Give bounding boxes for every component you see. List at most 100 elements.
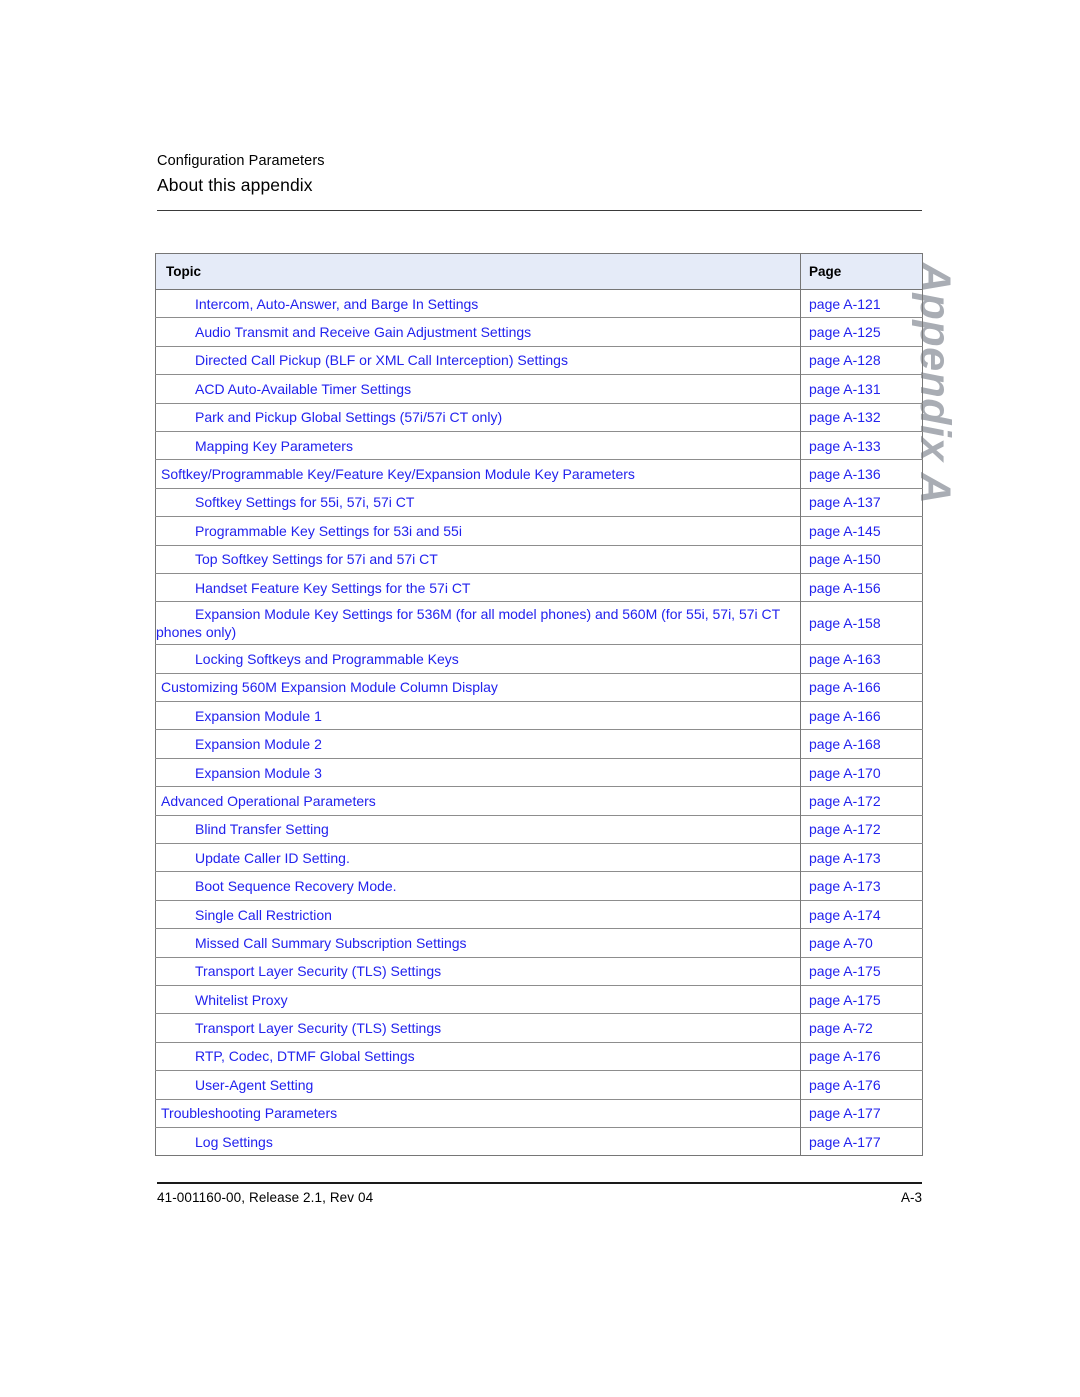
toc-entry-link[interactable]: Advanced Operational Parameters: [156, 793, 376, 809]
table-row: Transport Layer Security (TLS) Settings p…: [155, 956, 923, 986]
toc-entry-topic[interactable]: RTP, Codec, DTMF Global Settings: [155, 1041, 801, 1071]
table-row: Single Call Restriction page A-174: [155, 899, 923, 929]
toc-entry-page[interactable]: page A-168: [800, 729, 923, 759]
toc-entry-page[interactable]: page A-173: [800, 843, 923, 872]
toc-entry-page[interactable]: page A-177: [800, 1126, 923, 1156]
toc-entry-page[interactable]: page A-163: [800, 644, 923, 674]
toc-entry-page[interactable]: page A-125: [800, 317, 923, 347]
toc-entry-page[interactable]: page A-166: [800, 701, 923, 730]
toc-entry-topic[interactable]: Troubleshooting Parameters: [155, 1098, 801, 1128]
toc-entry-link[interactable]: Expansion Module 2: [156, 736, 322, 752]
toc-entry-topic[interactable]: Blind Transfer Setting: [155, 814, 801, 844]
table-row: Intercom, Auto-Answer, and Barge In Sett…: [156, 289, 923, 318]
toc-entry-link[interactable]: Mapping Key Parameters: [156, 438, 353, 454]
toc-entry-link[interactable]: Transport Layer Security (TLS) Settings: [156, 1020, 441, 1036]
toc-entry-link[interactable]: Customizing 560M Expansion Module Column…: [156, 679, 498, 695]
table-row: Whitelist Proxy page A-175: [155, 984, 923, 1014]
toc-entry-page[interactable]: page A-172: [800, 786, 923, 816]
toc-entry-link[interactable]: Expansion Module Key Settings for 536M (…: [156, 606, 780, 640]
toc-entry-link[interactable]: RTP, Codec, DTMF Global Settings: [156, 1048, 415, 1064]
toc-entry-topic[interactable]: Top Softkey Settings for 57i and 57i CT: [155, 544, 801, 574]
toc-entry-page[interactable]: page A-145: [800, 516, 923, 546]
toc-entry-topic[interactable]: Log Settings: [155, 1126, 801, 1156]
toc-entry-topic[interactable]: Expansion Module 2: [155, 729, 801, 759]
toc-entry-page[interactable]: page A-136: [800, 459, 923, 489]
toc-entry-link[interactable]: Softkey/Programmable Key/Feature Key/Exp…: [156, 466, 635, 482]
toc-entry-topic[interactable]: Whitelist Proxy: [155, 984, 801, 1014]
toc-entry-page[interactable]: page A-176: [800, 1041, 923, 1071]
toc-entry-page[interactable]: page A-137: [800, 487, 923, 517]
toc-entry-topic[interactable]: Softkey/Programmable Key/Feature Key/Exp…: [155, 459, 801, 489]
toc-entry-topic[interactable]: Boot Sequence Recovery Mode.: [155, 871, 801, 901]
toc-entry-topic[interactable]: ACD Auto-Available Timer Settings: [155, 374, 801, 404]
toc-entry-page[interactable]: page A-132: [800, 402, 923, 432]
toc-entry-page[interactable]: page A-176: [800, 1070, 923, 1100]
toc-entry-page[interactable]: page A-175: [800, 984, 923, 1014]
toc-entry-link[interactable]: Intercom, Auto-Answer, and Barge In Sett…: [156, 296, 478, 312]
table-row: Log Settings page A-177: [155, 1126, 923, 1156]
table-row: Troubleshooting Parameters page A-177: [155, 1098, 923, 1128]
table-row: Missed Call Summary Subscription Setting…: [155, 928, 923, 958]
toc-entry-topic[interactable]: Customizing 560M Expansion Module Column…: [155, 672, 801, 702]
toc-entry-link[interactable]: Update Caller ID Setting.: [156, 850, 350, 866]
toc-entry-topic[interactable]: Advanced Operational Parameters: [155, 786, 801, 816]
toc-entry-page[interactable]: page A-172: [800, 814, 923, 844]
toc-entry-topic[interactable]: Locking Softkeys and Programmable Keys: [155, 644, 801, 674]
toc-entry-page[interactable]: page A-177: [800, 1098, 923, 1128]
toc-entry-page[interactable]: page A-133: [800, 430, 923, 460]
toc-entry-topic[interactable]: Mapping Key Parameters: [155, 430, 801, 460]
table-row: Transport Layer Security (TLS) Settings p…: [155, 1013, 923, 1043]
table-row: Blind Transfer Setting page A-172: [155, 814, 923, 844]
toc-entry-page[interactable]: page A-173: [800, 871, 923, 901]
toc-entry-topic[interactable]: Softkey Settings for 55i, 57i, 57i CT: [155, 487, 801, 517]
toc-entry-page[interactable]: page A-174: [800, 899, 923, 929]
toc-entry-topic[interactable]: Expansion Module 1: [155, 701, 801, 730]
toc-entry-link[interactable]: Troubleshooting Parameters: [156, 1105, 337, 1121]
toc-entry-link[interactable]: Locking Softkeys and Programmable Keys: [156, 651, 459, 667]
toc-entry-link[interactable]: Blind Transfer Setting: [156, 821, 329, 837]
toc-entry-page[interactable]: page A-175: [800, 956, 923, 986]
toc-entry-topic[interactable]: Audio Transmit and Receive Gain Adjustme…: [155, 317, 801, 347]
toc-entry-link[interactable]: Audio Transmit and Receive Gain Adjustme…: [156, 324, 531, 340]
toc-entry-page[interactable]: page A-158: [800, 601, 923, 645]
toc-entry-page[interactable]: page A-72: [800, 1013, 923, 1043]
toc-entry-topic[interactable]: Transport Layer Security (TLS) Settings: [155, 1013, 801, 1043]
toc-entry-topic[interactable]: Expansion Module Key Settings for 536M (…: [155, 601, 801, 645]
toc-entry-topic[interactable]: Programmable Key Settings for 53i and 55…: [155, 516, 801, 546]
toc-entry-page[interactable]: page A-156: [800, 572, 923, 602]
toc-entry-topic[interactable]: User-Agent Setting: [155, 1070, 801, 1100]
toc-entry-link[interactable]: Directed Call Pickup (BLF or XML Call In…: [156, 352, 568, 368]
toc-entry-link[interactable]: Missed Call Summary Subscription Setting…: [156, 935, 467, 951]
toc-entry-link[interactable]: Softkey Settings for 55i, 57i, 57i CT: [156, 494, 414, 510]
toc-entry-page[interactable]: page A-166: [800, 672, 923, 702]
toc-entry-link[interactable]: Whitelist Proxy: [156, 992, 288, 1008]
toc-entry-link[interactable]: Single Call Restriction: [156, 907, 332, 923]
toc-entry-topic[interactable]: Missed Call Summary Subscription Setting…: [155, 928, 801, 958]
toc-entry-page[interactable]: page A-121: [800, 289, 923, 318]
toc-entry-link[interactable]: Transport Layer Security (TLS) Settings: [156, 963, 441, 979]
toc-entry-topic[interactable]: Directed Call Pickup (BLF or XML Call In…: [155, 345, 801, 375]
toc-entry-topic[interactable]: Handset Feature Key Settings for the 57i…: [155, 572, 801, 602]
toc-entry-topic[interactable]: Single Call Restriction: [155, 899, 801, 929]
table-body: Intercom, Auto-Answer, and Barge In Sett…: [155, 289, 923, 1156]
toc-entry-page[interactable]: page A-70: [800, 928, 923, 958]
toc-entry-link[interactable]: Log Settings: [156, 1134, 273, 1150]
toc-entry-link[interactable]: User-Agent Setting: [156, 1077, 313, 1093]
toc-entry-link[interactable]: Park and Pickup Global Settings (57i/57i…: [156, 409, 502, 425]
toc-entry-topic[interactable]: Intercom, Auto-Answer, and Barge In Sett…: [156, 290, 801, 318]
toc-entry-link[interactable]: Expansion Module 3: [156, 765, 322, 781]
toc-entry-link[interactable]: Top Softkey Settings for 57i and 57i CT: [156, 551, 438, 567]
toc-entry-topic[interactable]: Expansion Module 3: [155, 757, 801, 787]
toc-entry-page[interactable]: page A-128: [800, 345, 923, 375]
toc-entry-link[interactable]: Boot Sequence Recovery Mode.: [156, 878, 397, 894]
toc-entry-topic[interactable]: Park and Pickup Global Settings (57i/57i…: [155, 402, 801, 432]
toc-entry-page[interactable]: page A-170: [800, 757, 923, 787]
toc-entry-topic[interactable]: Update Caller ID Setting.: [155, 843, 801, 872]
toc-entry-page[interactable]: page A-131: [800, 374, 923, 404]
toc-entry-link[interactable]: Expansion Module 1: [156, 708, 322, 724]
toc-entry-link[interactable]: ACD Auto-Available Timer Settings: [156, 381, 411, 397]
toc-entry-link[interactable]: Programmable Key Settings for 53i and 55…: [156, 523, 462, 539]
toc-entry-topic[interactable]: Transport Layer Security (TLS) Settings: [155, 956, 801, 986]
toc-entry-link[interactable]: Handset Feature Key Settings for the 57i…: [156, 580, 470, 596]
toc-entry-page[interactable]: page A-150: [800, 544, 923, 574]
